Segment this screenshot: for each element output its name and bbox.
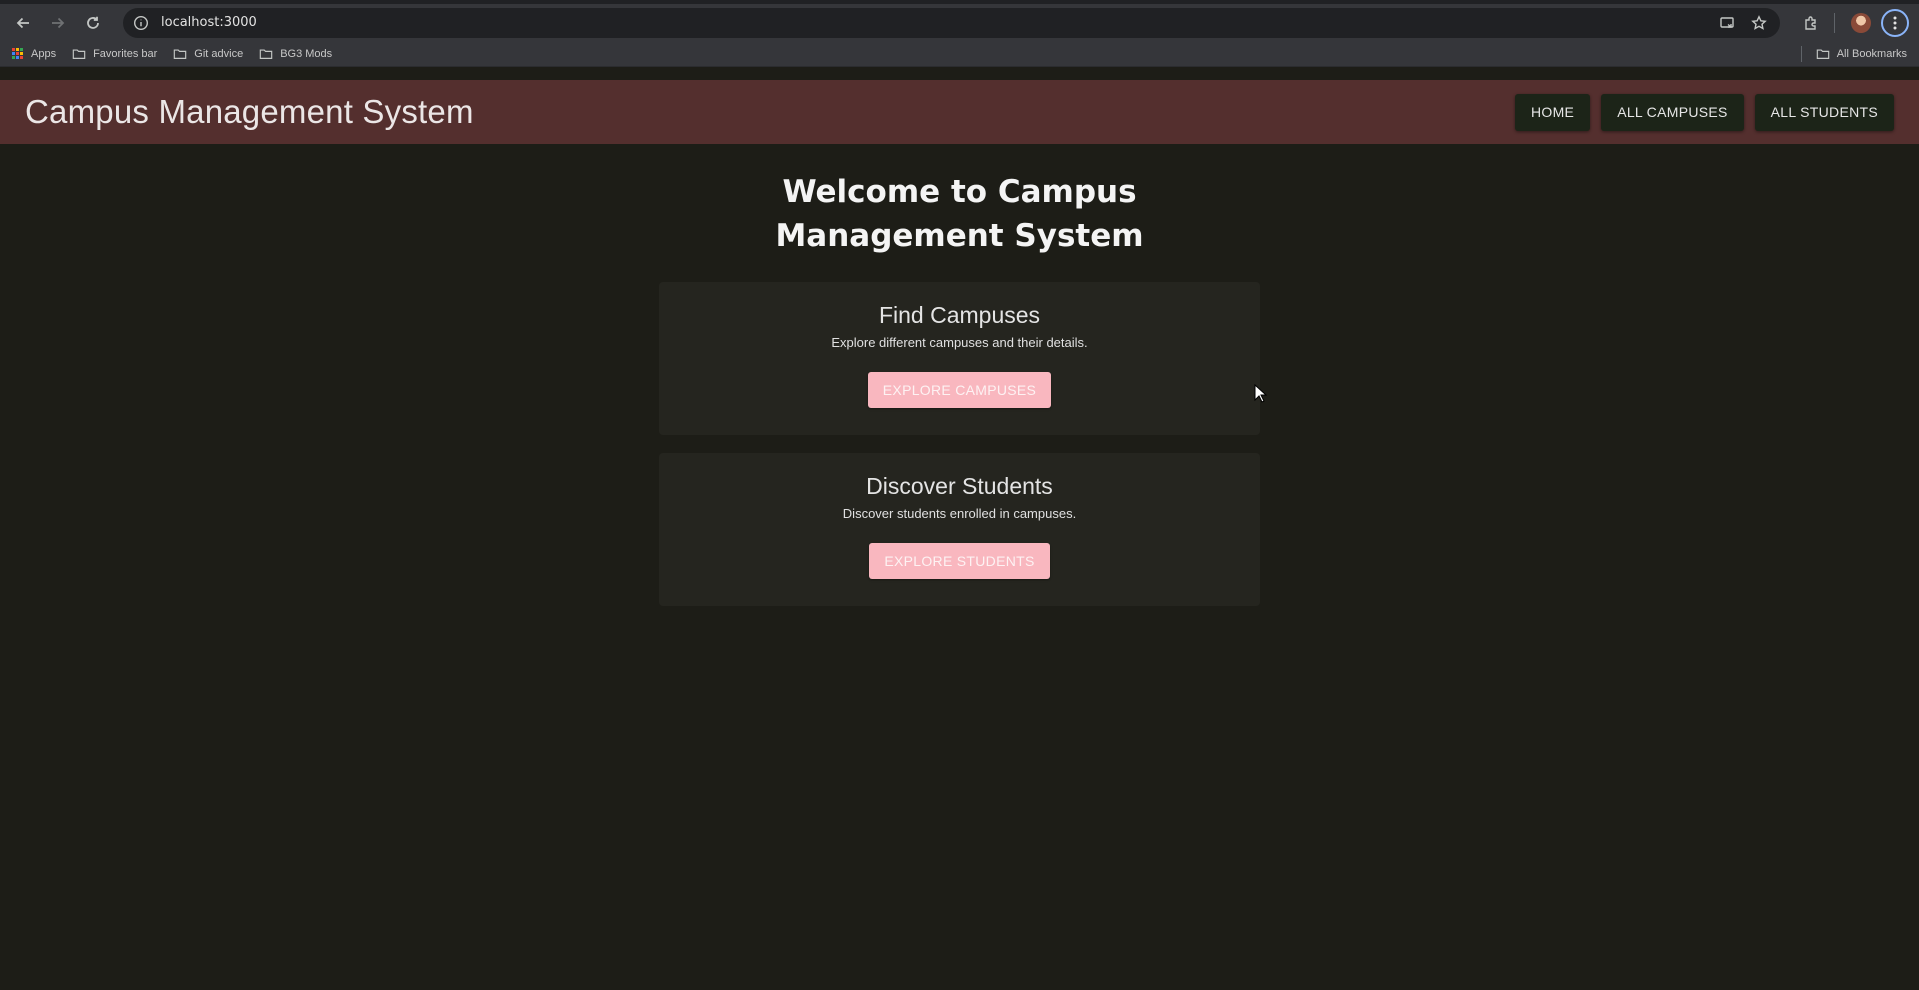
- explore-students-button[interactable]: EXPLORE STUDENTS: [869, 543, 1050, 579]
- discover-students-card: Discover Students Discover students enro…: [659, 453, 1260, 606]
- bookmark-label: BG3 Mods: [280, 47, 333, 60]
- bookmarks-divider: [1800, 45, 1802, 62]
- find-campuses-card: Find Campuses Explore different campuses…: [659, 282, 1260, 435]
- bookmarks-bar: Apps Favorites bar Git advice BG3 Mods A…: [0, 41, 1919, 67]
- url-text[interactable]: localhost:3000: [161, 15, 1706, 30]
- kebab-menu-icon: [1893, 16, 1897, 29]
- app-title: Campus Management System: [25, 93, 474, 130]
- forward-button[interactable]: [43, 8, 73, 38]
- reload-button[interactable]: [78, 8, 108, 38]
- cast-icon: [1720, 16, 1734, 28]
- nav-home-button[interactable]: HOME: [1515, 93, 1591, 131]
- nav-all-campuses-button[interactable]: ALL CAMPUSES: [1601, 93, 1744, 131]
- site-info-icon[interactable]: [133, 15, 149, 31]
- bookmark-star-button[interactable]: [1748, 12, 1770, 34]
- star-icon: [1751, 14, 1767, 30]
- bookmark-label: Apps: [31, 47, 57, 60]
- folder-icon: [174, 48, 187, 59]
- bookmark-favorites-bar[interactable]: Favorites bar: [72, 47, 157, 61]
- toolbar-divider: [1834, 12, 1835, 33]
- folder-icon: [259, 48, 273, 59]
- mouse-cursor-icon: [1254, 384, 1268, 403]
- page-title: Welcome to Campus Management System: [775, 174, 1144, 254]
- all-bookmarks-button[interactable]: All Bookmarks: [1816, 47, 1907, 61]
- extensions-button[interactable]: [1796, 8, 1826, 38]
- explore-campuses-button[interactable]: EXPLORE CAMPUSES: [867, 372, 1052, 408]
- main-nav: HOME ALL CAMPUSES ALL STUDENTS: [1504, 93, 1894, 131]
- app-header: Campus Management System HOME ALL CAMPUS…: [0, 80, 1919, 144]
- arrow-left-icon: [16, 17, 29, 28]
- card-description: Discover students enrolled in campuses.: [842, 506, 1077, 521]
- browser-menu-button[interactable]: [1881, 8, 1909, 37]
- profile-avatar[interactable]: [1851, 12, 1871, 33]
- all-bookmarks-label: All Bookmarks: [1836, 47, 1907, 60]
- bookmark-bg3-mods[interactable]: BG3 Mods: [259, 47, 332, 61]
- address-bar[interactable]: localhost:3000: [123, 7, 1780, 38]
- nav-all-students-button[interactable]: ALL STUDENTS: [1754, 93, 1894, 131]
- puzzle-icon: [1805, 15, 1816, 30]
- bookmark-label: Favorites bar: [93, 47, 158, 60]
- arrow-right-icon: [52, 17, 65, 28]
- browser-toolbar: localhost:3000: [0, 4, 1919, 41]
- apps-grid-icon: [12, 48, 23, 59]
- back-button[interactable]: [8, 8, 38, 38]
- card-title: Find Campuses: [878, 302, 1041, 328]
- reload-icon: [87, 16, 99, 29]
- cast-button[interactable]: [1716, 12, 1738, 34]
- card-title: Discover Students: [866, 473, 1053, 499]
- card-description: Explore different campuses and their det…: [831, 335, 1088, 350]
- folder-icon: [1816, 48, 1829, 59]
- home-page: Welcome to Campus Management System Find…: [0, 144, 1919, 606]
- folder-icon: [72, 48, 86, 59]
- bookmark-label: Git advice: [194, 47, 244, 60]
- bookmark-apps[interactable]: Apps: [12, 48, 56, 60]
- bookmark-git-advice[interactable]: Git advice: [173, 47, 243, 61]
